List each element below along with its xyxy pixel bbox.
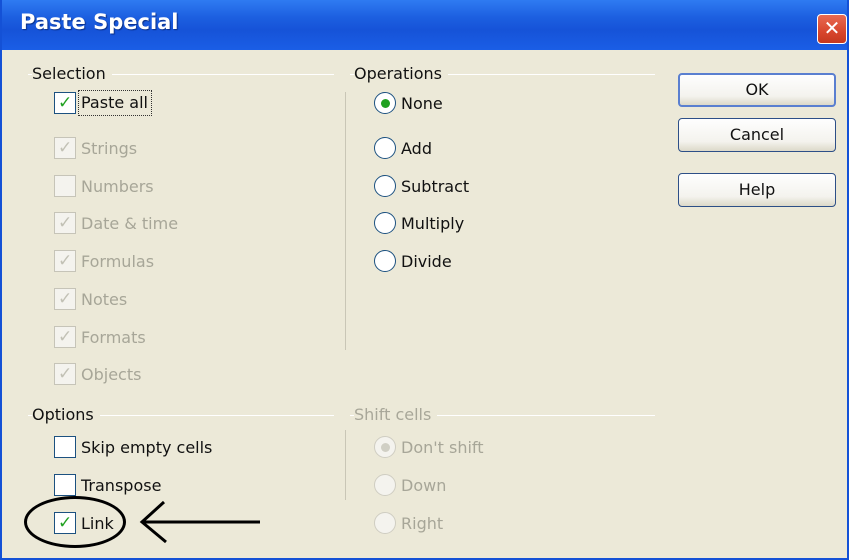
annotation-circle: [24, 496, 126, 548]
ok-button[interactable]: OK: [678, 73, 836, 107]
check-icon: ✓: [58, 289, 73, 309]
operations-group-label: Operations: [354, 64, 448, 83]
radio-subtract[interactable]: [374, 175, 396, 197]
radio-divide[interactable]: [374, 250, 396, 272]
check-icon: ✓: [58, 364, 73, 384]
checkbox-formulas[interactable]: ✓: [54, 250, 76, 272]
check-icon: ✓: [58, 93, 73, 113]
check-icon: ✓: [58, 327, 73, 347]
checkbox-numbers-label[interactable]: Numbers: [81, 177, 154, 196]
checkbox-numbers[interactable]: [54, 175, 76, 197]
checkbox-notes-label[interactable]: Notes: [81, 290, 127, 309]
radio-none[interactable]: [374, 92, 396, 114]
checkbox-objects-label[interactable]: Objects: [81, 365, 141, 384]
check-icon: ✓: [58, 138, 73, 158]
radio-divide-label[interactable]: Divide: [401, 252, 452, 271]
checkbox-skip-empty-cells-label[interactable]: Skip empty cells: [81, 438, 212, 457]
radio-right-label[interactable]: Right: [401, 514, 443, 533]
cancel-button[interactable]: Cancel: [678, 118, 836, 152]
checkbox-formats-label[interactable]: Formats: [81, 328, 146, 347]
title-bar[interactable]: Paste Special ✕: [2, 0, 847, 50]
close-icon: ✕: [823, 16, 841, 40]
check-icon: ✓: [58, 251, 73, 271]
operations-separator: [345, 92, 346, 350]
options-group-label: Options: [32, 405, 100, 424]
checkbox-formulas-label[interactable]: Formulas: [81, 252, 154, 271]
radio-add-label[interactable]: Add: [401, 139, 432, 158]
radio-selected-dot: [381, 443, 390, 452]
checkbox-objects[interactable]: ✓: [54, 363, 76, 385]
dialog-title: Paste Special: [20, 10, 179, 34]
shift-cells-group-label: Shift cells: [354, 405, 438, 424]
radio-none-label[interactable]: None: [401, 94, 443, 113]
radio-add[interactable]: [374, 137, 396, 159]
radio-multiply[interactable]: [374, 212, 396, 234]
radio-selected-dot: [381, 99, 390, 108]
radio-down-label[interactable]: Down: [401, 476, 446, 495]
radio-right[interactable]: [374, 512, 396, 534]
checkbox-strings[interactable]: ✓: [54, 137, 76, 159]
radio-down[interactable]: [374, 474, 396, 496]
radio-dont-shift-label[interactable]: Don't shift: [401, 438, 484, 457]
checkbox-transpose[interactable]: [54, 474, 76, 496]
checkbox-date-time[interactable]: ✓: [54, 212, 76, 234]
radio-multiply-label[interactable]: Multiply: [401, 214, 464, 233]
checkbox-strings-label[interactable]: Strings: [81, 139, 137, 158]
paste-special-dialog: Paste Special ✕ Selection ✓ Paste all ✓ …: [0, 0, 849, 560]
checkbox-formats[interactable]: ✓: [54, 326, 76, 348]
checkbox-skip-empty-cells[interactable]: [54, 436, 76, 458]
checkbox-date-time-label[interactable]: Date & time: [81, 214, 178, 233]
help-button[interactable]: Help: [678, 173, 836, 207]
radio-dont-shift[interactable]: [374, 436, 396, 458]
close-button[interactable]: ✕: [817, 14, 847, 44]
checkbox-transpose-label[interactable]: Transpose: [81, 476, 161, 495]
shift-cells-separator: [345, 430, 346, 500]
selection-group-label: Selection: [32, 64, 112, 83]
annotation-arrow-icon: [139, 500, 260, 544]
checkbox-paste-all-label[interactable]: Paste all: [81, 93, 148, 112]
checkbox-paste-all[interactable]: ✓: [54, 92, 76, 114]
checkbox-notes[interactable]: ✓: [54, 288, 76, 310]
check-icon: ✓: [58, 213, 73, 233]
radio-subtract-label[interactable]: Subtract: [401, 177, 469, 196]
